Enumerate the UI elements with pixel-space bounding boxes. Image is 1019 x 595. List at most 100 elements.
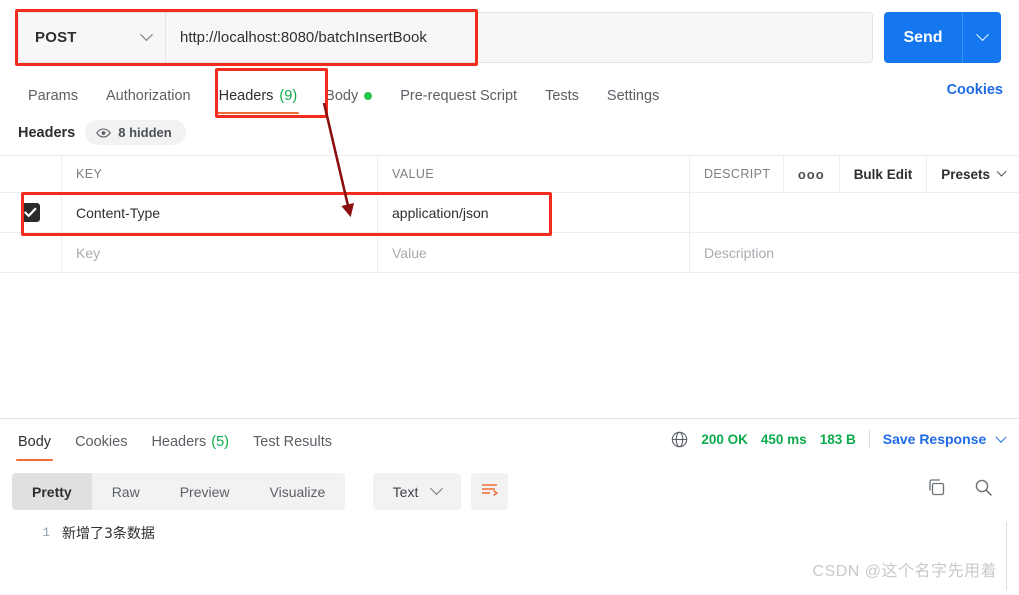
headers-section-label: Headers xyxy=(18,124,76,141)
table-row[interactable]: Content-Type application/json xyxy=(0,193,1019,233)
chevron-down-icon xyxy=(996,166,1007,177)
url-input[interactable]: http://localhost:8080/batchInsertBook xyxy=(166,13,872,62)
status-code: 200 OK xyxy=(701,431,748,447)
response-time: 450 ms xyxy=(760,431,807,447)
tab-label: Authorization xyxy=(105,88,191,104)
response-body-actions xyxy=(927,478,993,502)
header-cell-checkbox xyxy=(0,156,62,192)
row-description-cell[interactable] xyxy=(690,193,1019,232)
response-tab-cookies[interactable]: Cookies xyxy=(63,426,139,458)
row-checkbox-cell xyxy=(0,193,62,232)
more-options-button[interactable]: ooo xyxy=(782,155,839,193)
tab-body[interactable]: Body xyxy=(311,76,386,116)
headers-table-toolbar: ooo Bulk Edit Presets xyxy=(782,155,1019,193)
response-format-tabs: Pretty Raw Preview Visualize xyxy=(12,473,346,510)
http-method-select[interactable]: POST xyxy=(19,13,166,62)
tab-label: Test Results xyxy=(253,434,332,450)
url-bar: POST http://localhost:8080/batchInsertBo… xyxy=(18,12,873,63)
presets-label: Presets xyxy=(941,166,990,182)
wrap-lines-button[interactable] xyxy=(471,473,508,510)
response-headers-count: (5) xyxy=(211,434,229,450)
code-line: 1 新增了3条数据 xyxy=(0,518,1019,542)
eye-icon xyxy=(96,127,112,138)
new-description-placeholder: Description xyxy=(704,244,775,261)
save-response-label: Save Response xyxy=(882,431,987,447)
headers-table-header-row: KEY VALUE DESCRIPT ooo Bulk Edit Presets xyxy=(0,155,1019,193)
watermark: CSDN @这个名字先用着 xyxy=(812,563,997,580)
bulk-edit-label: Bulk Edit xyxy=(853,166,913,182)
search-icon xyxy=(975,479,992,496)
wrap-lines-icon xyxy=(481,482,498,502)
tab-settings[interactable]: Settings xyxy=(593,76,673,116)
body-present-dot-icon xyxy=(364,92,373,100)
tab-label: Headers xyxy=(151,434,207,450)
row-value-text: application/json xyxy=(392,204,489,221)
row-checkbox-cell-empty xyxy=(0,233,62,272)
chevron-down-icon xyxy=(975,28,989,42)
bulk-edit-button[interactable]: Bulk Edit xyxy=(838,155,927,193)
vertical-scrollbar[interactable] xyxy=(1006,522,1007,590)
send-options-button[interactable] xyxy=(963,12,1001,63)
globe-icon xyxy=(671,431,688,448)
row-key-text: Content-Type xyxy=(76,204,161,221)
chevron-down-icon xyxy=(995,431,1007,443)
header-cell-key: KEY xyxy=(62,156,378,192)
response-tabs: Body Cookies Headers (5) Test Results xyxy=(6,426,344,461)
headers-subbar: Headers 8 hidden xyxy=(14,120,186,145)
tab-label: Body xyxy=(325,88,359,104)
format-tab-raw[interactable]: Raw xyxy=(92,473,160,510)
new-description-input[interactable]: Description xyxy=(690,233,1019,272)
hidden-headers-label: 8 hidden xyxy=(118,125,172,140)
send-button-label: Send xyxy=(903,28,943,46)
tab-headers[interactable]: Headers (9) xyxy=(205,76,312,116)
row-checkbox[interactable] xyxy=(21,203,40,222)
tab-label: Settings xyxy=(606,88,660,104)
headers-table: KEY VALUE DESCRIPT ooo Bulk Edit Presets xyxy=(0,155,1019,273)
tab-label: Headers xyxy=(218,88,274,104)
send-button[interactable]: Send xyxy=(884,12,963,63)
format-tab-preview[interactable]: Preview xyxy=(160,473,250,510)
presets-button[interactable]: Presets xyxy=(926,155,1019,193)
copy-button[interactable] xyxy=(927,478,946,502)
response-content-type-select[interactable]: Text xyxy=(373,473,461,510)
postman-request-window: POST http://localhost:8080/batchInsertBo… xyxy=(0,0,1019,595)
more-dots-icon: ooo xyxy=(797,166,825,182)
tab-headers-count: (9) xyxy=(279,88,298,104)
response-status-bar: 200 OK 450 ms 183 B Save Response xyxy=(671,430,1007,448)
search-button[interactable] xyxy=(974,478,993,502)
response-tab-headers[interactable]: Headers (5) xyxy=(139,426,241,458)
tab-tests[interactable]: Tests xyxy=(531,76,593,116)
tab-label: Cookies xyxy=(75,434,128,450)
tab-authorization[interactable]: Authorization xyxy=(92,76,205,116)
row-key-cell[interactable]: Content-Type xyxy=(62,193,378,232)
format-tab-pretty[interactable]: Pretty xyxy=(12,473,92,510)
request-tabs: Params Authorization Headers (9) Body Pr… xyxy=(0,76,1019,116)
row-value-cell[interactable]: application/json xyxy=(378,193,690,232)
new-value-placeholder: Value xyxy=(392,244,427,261)
response-tab-test-results[interactable]: Test Results xyxy=(241,426,344,458)
new-key-input[interactable]: Key xyxy=(62,233,378,272)
header-cell-value: VALUE xyxy=(378,156,690,192)
save-response-button[interactable]: Save Response xyxy=(882,431,1007,447)
tab-label: Body xyxy=(18,434,52,450)
format-tab-visualize[interactable]: Visualize xyxy=(250,473,346,510)
hidden-headers-toggle[interactable]: 8 hidden xyxy=(85,120,186,145)
copy-icon xyxy=(929,479,945,496)
table-row-empty[interactable]: Key Value Description xyxy=(0,233,1019,273)
divider xyxy=(868,430,870,448)
tab-label: Params xyxy=(28,88,78,104)
cookies-link[interactable]: Cookies xyxy=(947,82,1003,98)
chevron-down-icon xyxy=(140,28,153,42)
tab-params[interactable]: Params xyxy=(14,76,92,116)
chevron-down-icon xyxy=(430,482,444,496)
tab-label: Tests xyxy=(545,88,579,104)
line-text: 新增了3条数据 xyxy=(62,526,155,542)
response-tab-body[interactable]: Body xyxy=(6,426,63,461)
http-method-label: POST xyxy=(35,29,77,46)
send-button-group: Send xyxy=(884,12,1001,63)
tab-pre-request-script[interactable]: Pre-request Script xyxy=(386,76,531,116)
response-size: 183 B xyxy=(819,431,856,447)
new-value-input[interactable]: Value xyxy=(378,233,690,272)
line-number: 1 xyxy=(42,526,50,540)
new-key-placeholder: Key xyxy=(76,244,101,261)
